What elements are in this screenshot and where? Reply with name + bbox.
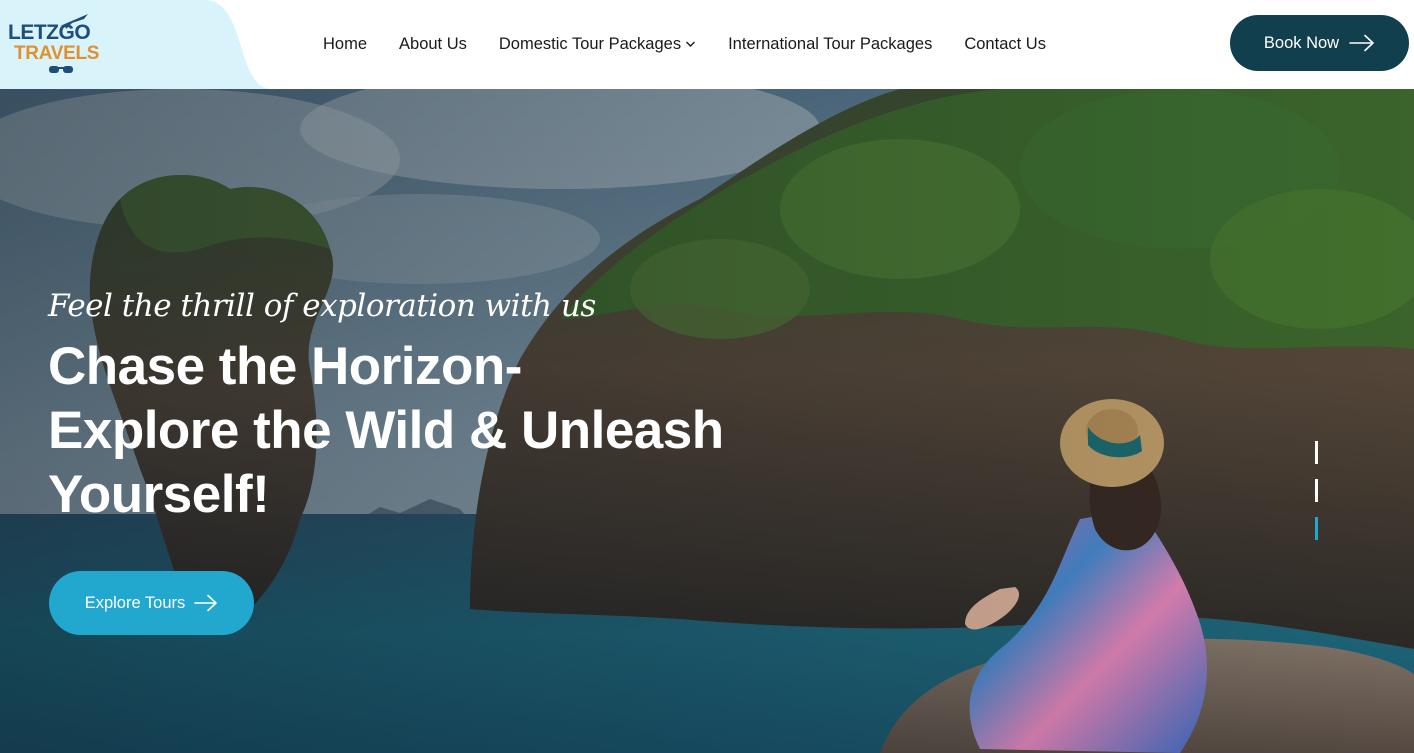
main-nav: Home About Us Domestic Tour Packages Int… (323, 33, 1046, 55)
logo-text-letzgo: LETZGO (8, 21, 91, 44)
hero-headline-line-1: Chase the Horizon- (48, 337, 522, 396)
hero-headline: Chase the Horizon- Explore the Wild & Un… (48, 335, 808, 527)
slide-indicator-1[interactable] (1315, 441, 1318, 464)
slider-pagination (1314, 441, 1319, 541)
arrow-right-icon (1349, 34, 1374, 52)
explore-tours-label: Explore Tours (84, 593, 186, 612)
nav-contact-label: Contact Us (964, 35, 1046, 53)
sunglasses-icon (49, 66, 73, 73)
nav-international-label: International Tour Packages (728, 35, 933, 53)
site-logo[interactable]: LETZGO TRAVELS (8, 14, 108, 76)
logo-text-travels: TRAVELS (14, 43, 100, 64)
chevron-down-icon (686, 41, 696, 47)
slide-indicator-2[interactable] (1315, 479, 1318, 502)
book-now-button[interactable]: Book Now (1230, 15, 1409, 71)
hero-banner: Feel the thrill of exploration with us C… (0, 89, 1414, 753)
site-header: LETZGO TRAVELS Home About Us Domestic To… (0, 0, 1414, 89)
nav-domestic-tour-packages[interactable]: Domestic Tour Packages (499, 34, 696, 54)
nav-contact-us[interactable]: Contact Us (964, 34, 1046, 54)
slide-indicator-3[interactable] (1315, 517, 1318, 540)
nav-international-tour-packages[interactable]: International Tour Packages (728, 34, 932, 54)
nav-home-label: Home (323, 35, 368, 53)
hero-headline-line-2: Explore the Wild & Unleash (48, 401, 724, 460)
hero-tagline: Feel the thrill of exploration with us (48, 288, 596, 324)
hero-headline-line-3: Yourself! (48, 465, 270, 524)
nav-about-us-label: About Us (399, 35, 467, 53)
arrow-right-icon (194, 594, 218, 612)
book-now-label: Book Now (1263, 33, 1340, 52)
explore-tours-button[interactable]: Explore Tours (49, 571, 254, 635)
nav-domestic-label: Domestic Tour Packages (498, 35, 682, 53)
nav-about-us[interactable]: About Us (399, 34, 467, 54)
nav-home[interactable]: Home (323, 34, 367, 54)
